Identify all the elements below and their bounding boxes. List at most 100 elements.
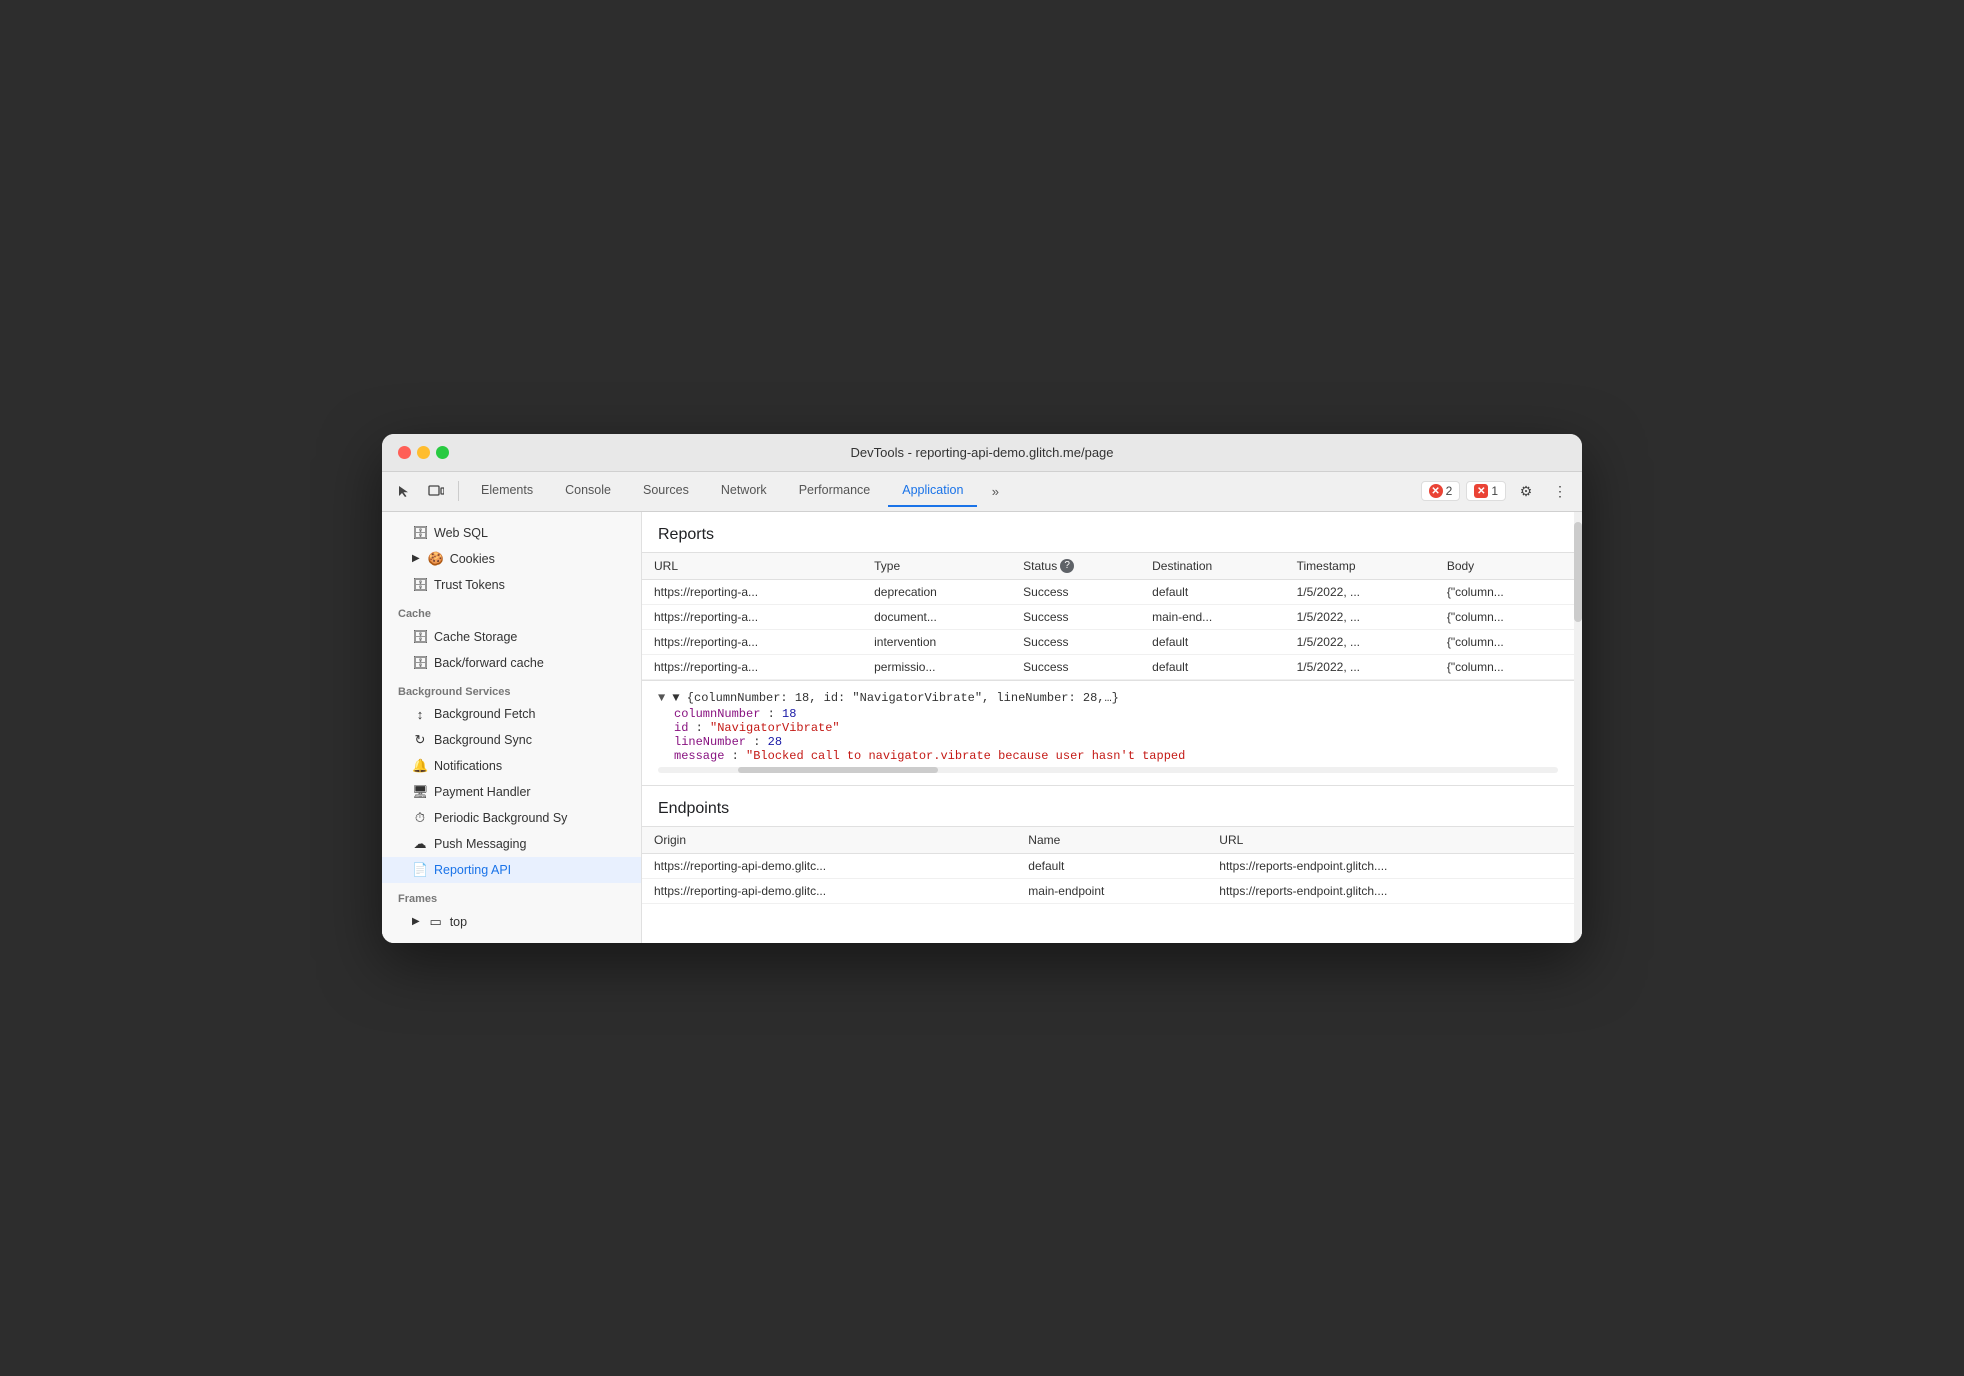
minimize-button[interactable]	[417, 446, 430, 459]
error-badge-2[interactable]: ✕ 1	[1466, 481, 1506, 501]
sidebar-item-reporting-api[interactable]: 📄 Reporting API	[382, 857, 641, 883]
sidebar-item-label: Cookies	[450, 552, 495, 566]
cell-destination: default	[1140, 654, 1284, 679]
table-row[interactable]: https://reporting-api-demo.glitc... defa…	[642, 853, 1574, 878]
detail-arrow-icon: ▼	[658, 691, 672, 705]
cell-type: permissio...	[862, 654, 1011, 679]
col-body: Body	[1435, 552, 1574, 579]
payment-icon: 🖥	[412, 784, 428, 800]
table-row[interactable]: https://reporting-a... document... Succe…	[642, 604, 1574, 629]
cell-type: document...	[862, 604, 1011, 629]
maximize-button[interactable]	[436, 446, 449, 459]
sidebar-item-label: top	[450, 915, 467, 929]
tab-performance[interactable]: Performance	[785, 475, 885, 507]
frame-icon: ▭	[428, 914, 444, 930]
reports-table: URL Type Status ? Destination Timestamp	[642, 552, 1574, 680]
reports-section: Reports URL Type Status ?	[642, 512, 1574, 680]
col-status: Status ?	[1011, 552, 1140, 579]
bg-services-section-label: Background Services	[382, 676, 641, 702]
tab-console[interactable]: Console	[551, 475, 625, 507]
sidebar: 🗄 Web SQL ▶ 🍪 Cookies 🗄 Trust Tokens Cac…	[382, 512, 642, 943]
sidebar-item-trust-tokens[interactable]: 🗄 Trust Tokens	[382, 572, 641, 598]
sidebar-item-payment-handler[interactable]: 🖥 Payment Handler	[382, 779, 641, 805]
sync-icon: ↻	[412, 732, 428, 748]
table-row[interactable]: https://reporting-a... intervention Succ…	[642, 629, 1574, 654]
sidebar-item-cookies[interactable]: ▶ 🍪 Cookies	[382, 546, 641, 572]
sidebar-item-push-messaging[interactable]: ☁ Push Messaging	[382, 831, 641, 857]
sidebar-item-label: Background Fetch	[434, 707, 535, 721]
reports-title: Reports	[642, 512, 1574, 552]
content-area: 🗄 Web SQL ▶ 🍪 Cookies 🗄 Trust Tokens Cac…	[382, 512, 1582, 943]
cell-body: {"column...	[1435, 654, 1574, 679]
toolbar-separator	[458, 481, 459, 501]
close-button[interactable]	[398, 446, 411, 459]
table-row[interactable]: https://reporting-a... permissio... Succ…	[642, 654, 1574, 679]
sidebar-item-notifications[interactable]: 🔔 Notifications	[382, 753, 641, 779]
tab-elements[interactable]: Elements	[467, 475, 547, 507]
cell-body: {"column...	[1435, 604, 1574, 629]
sidebar-item-label: Periodic Background Sy	[434, 811, 567, 825]
cell-type: deprecation	[862, 579, 1011, 604]
sidebar-item-websql[interactable]: 🗄 Web SQL	[382, 520, 641, 546]
sidebar-item-cache-storage[interactable]: 🗄 Cache Storage	[382, 624, 641, 650]
scrollbar-thumb	[1574, 522, 1582, 622]
cache-storage-icon: 🗄	[412, 629, 428, 645]
sidebar-item-bg-fetch[interactable]: ↕ Background Fetch	[382, 702, 641, 727]
col-type: Type	[862, 552, 1011, 579]
endpoints-title: Endpoints	[642, 786, 1574, 826]
main-content: Reports URL Type Status ?	[642, 512, 1574, 943]
cell-name: main-endpoint	[1016, 878, 1207, 903]
sidebar-item-label: Cache Storage	[434, 630, 517, 644]
error-count-2: 1	[1491, 484, 1498, 498]
sidebar-item-bfcache[interactable]: 🗄 Back/forward cache	[382, 650, 641, 676]
sidebar-item-frames-top[interactable]: ▶ ▭ top	[382, 909, 641, 935]
cell-destination: default	[1140, 579, 1284, 604]
cell-timestamp: 1/5/2022, ...	[1285, 604, 1435, 629]
detail-scrollbar[interactable]	[658, 767, 1558, 773]
detail-scrollbar-thumb	[738, 767, 938, 773]
cookie-icon: 🍪	[428, 551, 444, 567]
error-badge-1[interactable]: ✕ 2	[1421, 481, 1461, 501]
col-timestamp: Timestamp	[1285, 552, 1435, 579]
cell-url: https://reports-endpoint.glitch....	[1207, 878, 1574, 903]
cell-status: Success	[1011, 629, 1140, 654]
error-count-1: 2	[1446, 484, 1453, 498]
sidebar-item-bg-sync[interactable]: ↻ Background Sync	[382, 727, 641, 753]
title-bar: DevTools - reporting-api-demo.glitch.me/…	[382, 434, 1582, 472]
endpoints-table: Origin Name URL https://reporting-api-de…	[642, 826, 1574, 904]
vertical-scrollbar[interactable]	[1574, 512, 1582, 943]
col-url: URL	[642, 552, 862, 579]
cell-timestamp: 1/5/2022, ...	[1285, 629, 1435, 654]
cell-destination: main-end...	[1140, 604, 1284, 629]
cell-origin: https://reporting-api-demo.glitc...	[642, 878, 1016, 903]
status-help-icon[interactable]: ?	[1060, 559, 1074, 573]
notifications-icon: 🔔	[412, 758, 428, 774]
table-row[interactable]: https://reporting-api-demo.glitc... main…	[642, 878, 1574, 903]
more-options-icon[interactable]: ⋮	[1546, 477, 1574, 505]
cursor-icon[interactable]	[390, 477, 418, 505]
window-title: DevTools - reporting-api-demo.glitch.me/…	[850, 445, 1113, 460]
toolbar-right: ✕ 2 ✕ 1 ⚙ ⋮	[1421, 477, 1574, 505]
tab-sources[interactable]: Sources	[629, 475, 703, 507]
toolbar: Elements Console Sources Network Perform…	[382, 472, 1582, 512]
detail-field-0: columnNumber : 18	[674, 707, 1558, 721]
fetch-icon: ↕	[412, 707, 428, 722]
sidebar-item-periodic-bg-sync[interactable]: ⏱ Periodic Background Sy	[382, 805, 641, 831]
detail-obj-line: ▼ ▼ {columnNumber: 18, id: "NavigatorVib…	[658, 689, 1558, 707]
cell-origin: https://reporting-api-demo.glitc...	[642, 853, 1016, 878]
cell-url: https://reports-endpoint.glitch....	[1207, 853, 1574, 878]
cell-url: https://reporting-a...	[642, 654, 862, 679]
cell-name: default	[1016, 853, 1207, 878]
device-icon[interactable]	[422, 477, 450, 505]
settings-icon[interactable]: ⚙	[1512, 477, 1540, 505]
tab-network[interactable]: Network	[707, 475, 781, 507]
tab-application[interactable]: Application	[888, 475, 977, 507]
cell-status: Success	[1011, 654, 1140, 679]
cell-url: https://reporting-a...	[642, 604, 862, 629]
detail-fields: columnNumber : 18 id : "NavigatorVibrate…	[658, 707, 1558, 763]
error-circle-icon: ✕	[1429, 484, 1443, 498]
table-row[interactable]: https://reporting-a... deprecation Succe…	[642, 579, 1574, 604]
more-tabs-icon[interactable]: »	[981, 477, 1009, 505]
detail-field-2: lineNumber : 28	[674, 735, 1558, 749]
ep-col-url: URL	[1207, 826, 1574, 853]
